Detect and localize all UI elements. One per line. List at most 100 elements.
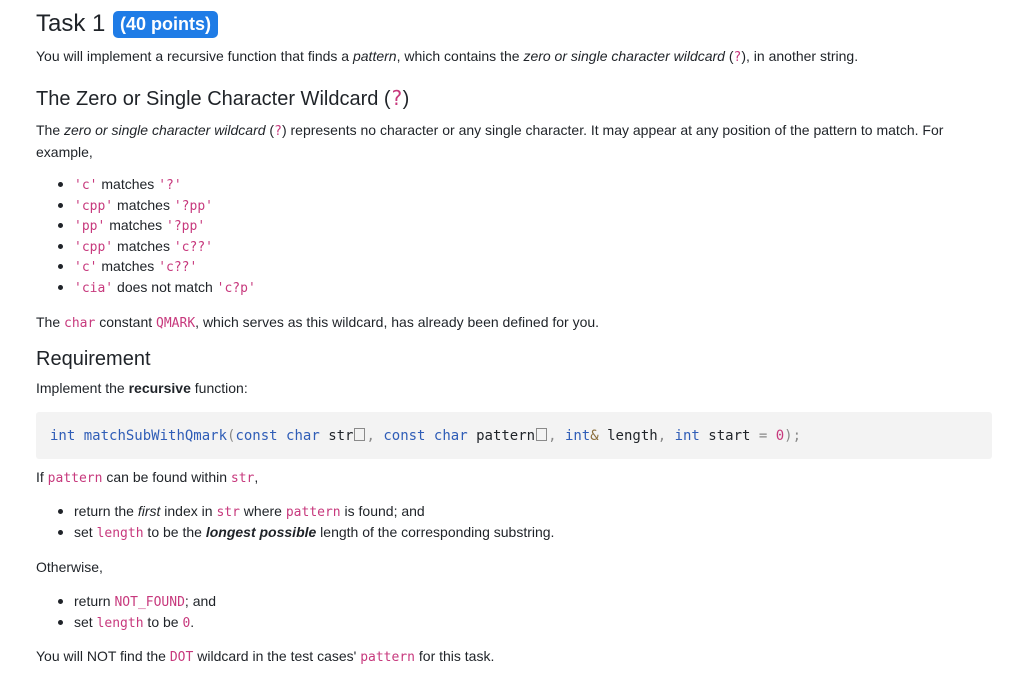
code-reference: & (590, 428, 599, 444)
array-brackets-icon (354, 428, 366, 441)
list-item: set length to be 0. (36, 612, 216, 633)
list-item: 'cpp' matches '?pp' (36, 195, 256, 216)
list-item: 'pp' matches '?pp' (36, 215, 256, 236)
list-item: 'cia' does not match 'c?p' (36, 277, 256, 298)
final-text: wildcard in the test cases' (193, 648, 361, 664)
example-verb: matches (113, 196, 174, 213)
list-item: 'c' matches 'c??' (36, 256, 256, 277)
code-punct: , (366, 428, 384, 444)
code-keyword: const (383, 428, 426, 444)
example-pattern: '?pp' (166, 219, 206, 235)
if-text: can be found within (102, 469, 231, 485)
list-item: set length to be the longest possible le… (36, 522, 554, 543)
intro-text: You will implement a recursive function … (36, 48, 353, 64)
intro-text: ( (724, 48, 734, 64)
intro-emphasis-pattern: pattern (352, 48, 397, 64)
para-text: example, (36, 144, 93, 160)
code-keyword: int (50, 428, 76, 444)
item-text: return (74, 593, 115, 609)
inline-code: char (64, 316, 96, 331)
example-verb: does not match (113, 278, 217, 295)
example-verb: matches (97, 176, 159, 192)
wildcard-description: The zero or single character wildcard (?… (36, 120, 976, 162)
example-pattern: 'c?p' (216, 280, 256, 296)
list-item: 'c' matches '?' (36, 174, 256, 195)
qmark-note: The char constant QMARK, which serves as… (36, 312, 599, 334)
code-block: int matchSubWithQmark(const char str, co… (36, 412, 992, 459)
item-text: set (74, 613, 97, 630)
inline-code: DOT (169, 650, 194, 665)
item-text: where (239, 503, 286, 519)
intro-text: ), in another string. (741, 48, 859, 64)
implement-text: function: (190, 380, 248, 396)
code-identifier: pattern (467, 428, 536, 444)
para-emphasis: zero or single character wildcard (64, 122, 266, 138)
implement-text: Implement the (36, 380, 129, 396)
examples-list: 'c' matches '?' 'cpp' matches '?pp' 'pp'… (36, 174, 256, 298)
final-text: for this task. (415, 648, 495, 664)
intro-text: , which contains the (396, 48, 524, 64)
section-heading-requirement: Requirement (36, 348, 151, 370)
code-identifier: str (319, 428, 354, 444)
inline-code: pattern (285, 505, 341, 520)
if-text: , (254, 469, 259, 485)
example-verb: matches (97, 258, 159, 275)
item-text: ; and (184, 593, 217, 609)
note-text: constant (95, 314, 157, 330)
item-text: length of the corresponding substring. (316, 523, 555, 540)
if-line: If pattern can be found within str, (36, 467, 258, 489)
found-list: return the first index in str where patt… (36, 501, 554, 542)
item-emphasis: first (137, 503, 161, 519)
para-text: ( (265, 122, 275, 138)
example-verb: matches (105, 217, 167, 234)
para-text: The (36, 122, 65, 138)
example-string: 'cia' (74, 280, 114, 296)
section-heading-wildcard: The Zero or Single Character Wildcard (?… (36, 86, 409, 111)
otherwise-line: Otherwise, (36, 559, 103, 575)
code-punct: , (657, 428, 675, 444)
example-string: 'cpp' (74, 198, 114, 214)
code-keyword: char (425, 428, 468, 444)
code-keyword: int (564, 428, 591, 444)
para-text: ) represents no character or any single … (281, 122, 944, 138)
code-punct: ); (784, 428, 802, 444)
item-bold-emphasis: longest possible (205, 523, 317, 540)
implement-bold: recursive (128, 380, 191, 396)
code-number: 0 (767, 428, 785, 444)
code-keyword: const (235, 428, 278, 444)
intro-emphasis-wildcard: zero or single character wildcard (523, 48, 725, 64)
example-pattern: 'c??' (158, 260, 198, 276)
item-text: to be (143, 613, 183, 630)
example-pattern: 'c??' (173, 239, 213, 255)
item-text: to be the (143, 523, 206, 540)
inline-code: pattern (360, 650, 415, 665)
example-string: 'c' (74, 260, 98, 276)
inline-code: length (96, 525, 144, 541)
inline-code: str (216, 505, 240, 520)
code-identifier: length (598, 428, 658, 444)
list-item: return NOT_FOUND; and (36, 591, 216, 612)
list-item: return the first index in str where patt… (36, 501, 554, 522)
code-identifier: start (699, 428, 759, 444)
array-brackets-icon (536, 428, 548, 441)
code-punct: , (548, 428, 565, 444)
code-function-name: matchSubWithQmark (75, 428, 228, 444)
item-text: index in (160, 503, 217, 519)
inline-code: ? (274, 124, 282, 139)
final-text: You will NOT find the (36, 648, 170, 664)
final-note: You will NOT find the DOT wildcard in th… (36, 646, 494, 668)
example-string: 'c' (74, 178, 98, 193)
example-verb: matches (113, 237, 174, 254)
task-title: Task 1 (36, 10, 106, 37)
code-keyword: int (674, 428, 700, 444)
inline-code: str (230, 471, 255, 486)
example-string: 'pp' (74, 219, 106, 235)
item-text: set (74, 523, 97, 540)
heading-text: ) (402, 88, 410, 110)
example-string: 'cpp' (74, 239, 114, 255)
example-pattern: '?pp' (173, 198, 213, 214)
heading-text: The Zero or Single Character Wildcard ( (36, 88, 391, 110)
list-item: 'cpp' matches 'c??' (36, 236, 256, 257)
function-signature: int matchSubWithQmark(const char str, co… (50, 426, 801, 446)
note-text: , which serves as this wildcard, has alr… (195, 314, 600, 330)
